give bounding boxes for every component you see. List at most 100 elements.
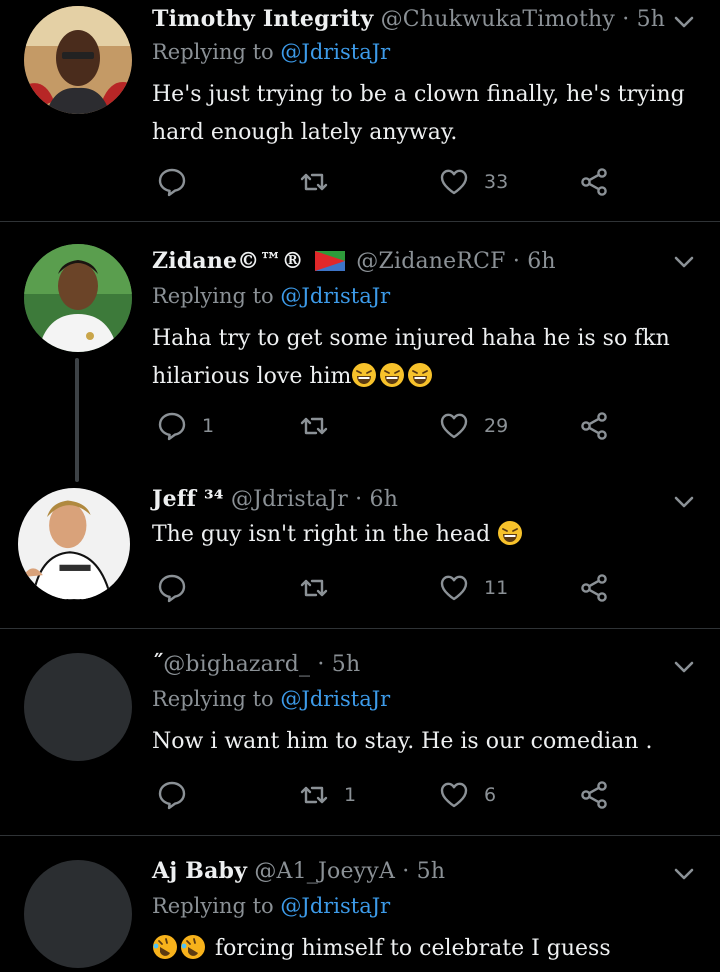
- tweet-bighazard[interactable]: ˝@bighazard_ · 5h Replying to @JdristaJr…: [0, 629, 720, 835]
- avatar[interactable]: [24, 244, 132, 352]
- replying-to-handle[interactable]: @JdristaJr: [280, 40, 390, 64]
- chevron-down-icon[interactable]: [672, 655, 696, 679]
- timestamp[interactable]: · 5h: [402, 859, 445, 884]
- like-count: 6: [484, 784, 497, 806]
- share-icon: [578, 779, 610, 811]
- user-handle[interactable]: @ChukwukaTimothy: [381, 7, 615, 32]
- retweet-count: 1: [344, 784, 357, 806]
- retweet-icon: [298, 410, 330, 442]
- laughing-emoji-icon: [379, 362, 405, 388]
- rofl-emoji-icon: [180, 934, 206, 960]
- reply-icon: [156, 779, 188, 811]
- avatar[interactable]: [24, 653, 132, 761]
- tweet-actions: 11: [152, 568, 622, 608]
- tweet-actions: 1 6: [152, 775, 622, 815]
- replying-to: Replying to @JdristaJr: [152, 40, 390, 64]
- tweet-ajbaby[interactable]: Aj Baby @A1_JoeyyA · 5h Replying to @Jdr…: [0, 836, 720, 972]
- avatar[interactable]: [18, 488, 130, 600]
- display-name[interactable]: Aj Baby: [152, 858, 247, 884]
- laughing-emoji-icon: [497, 520, 523, 546]
- tweet-text-content: The guy isn't right in the head: [152, 522, 491, 547]
- retweet-button[interactable]: [298, 406, 344, 446]
- reply-button[interactable]: 1: [156, 406, 214, 446]
- replying-to: Replying to @JdristaJr: [152, 687, 390, 711]
- avatar[interactable]: [24, 860, 132, 968]
- user-handle[interactable]: @JdristaJr: [231, 487, 348, 512]
- share-icon: [578, 572, 610, 604]
- tweet-actions: 33: [152, 162, 622, 202]
- eritrea-flag-icon: [315, 251, 346, 271]
- user-handle[interactable]: @bighazard_: [163, 652, 310, 677]
- tweet-text: Now i want him to stay. He is our comedi…: [152, 729, 653, 754]
- reply-icon: [156, 572, 188, 604]
- replying-to-label: Replying to: [152, 40, 274, 64]
- like-icon: [438, 166, 470, 198]
- tweet-text: The guy isn't right in the head: [152, 516, 702, 554]
- chevron-down-icon[interactable]: [672, 862, 696, 886]
- display-name[interactable]: Zidane©™®: [152, 248, 304, 274]
- share-button[interactable]: [578, 162, 610, 202]
- avatar[interactable]: [24, 6, 132, 114]
- like-icon: [438, 410, 470, 442]
- replying-to-handle[interactable]: @JdristaJr: [280, 284, 390, 308]
- share-icon: [578, 166, 610, 198]
- share-icon: [578, 410, 610, 442]
- tweet-timothy[interactable]: Timothy Integrity @ChukwukaTimothy · 5h …: [0, 0, 720, 221]
- like-count: 11: [484, 577, 509, 599]
- replying-to-handle[interactable]: @JdristaJr: [280, 894, 390, 918]
- like-icon: [438, 779, 470, 811]
- tweet-zidane[interactable]: Zidane©™® @ZidaneRCF · 6h Replying to @J…: [0, 222, 720, 482]
- share-button[interactable]: [578, 775, 610, 815]
- replying-to-label: Replying to: [152, 894, 274, 918]
- tweet-header: Timothy Integrity @ChukwukaTimothy · 5h: [152, 6, 665, 32]
- retweet-icon: [298, 166, 330, 198]
- tweet-header: Zidane©™® @ZidaneRCF · 6h: [152, 248, 660, 274]
- replying-to: Replying to @JdristaJr: [152, 894, 390, 918]
- tweet-header: Aj Baby @A1_JoeyyA · 5h: [152, 858, 660, 884]
- tweet-text: He's just trying to be a clown finally, …: [152, 82, 685, 145]
- retweet-button[interactable]: [298, 568, 344, 608]
- reply-button[interactable]: [156, 162, 202, 202]
- share-button[interactable]: [578, 406, 610, 446]
- chevron-down-icon[interactable]: [672, 10, 696, 34]
- reply-button[interactable]: [156, 775, 202, 815]
- like-count: 29: [484, 415, 509, 437]
- tweet-header: Jeff ³⁴ @JdristaJr · 6h: [152, 486, 660, 512]
- display-name[interactable]: ˝: [152, 651, 163, 677]
- laughing-emoji-icon: [351, 362, 377, 388]
- like-button[interactable]: 33: [438, 162, 508, 202]
- like-button[interactable]: 6: [438, 775, 496, 815]
- tweet-jeff[interactable]: Jeff ³⁴ @JdristaJr · 6h The guy isn't ri…: [0, 462, 720, 628]
- chevron-down-icon[interactable]: [672, 250, 696, 274]
- tweet-text-content: forcing himself to celebrate I guess: [215, 936, 611, 961]
- reply-button[interactable]: [156, 568, 202, 608]
- retweet-icon: [298, 572, 330, 604]
- user-handle[interactable]: @A1_JoeyyA: [254, 859, 395, 884]
- retweet-icon: [298, 779, 330, 811]
- replying-to-label: Replying to: [152, 687, 274, 711]
- like-count: 33: [484, 171, 509, 193]
- timestamp[interactable]: · 5h: [622, 7, 665, 32]
- tweet-header: ˝@bighazard_ · 5h: [152, 651, 660, 677]
- reply-icon: [156, 166, 188, 198]
- replying-to-label: Replying to: [152, 284, 274, 308]
- retweet-button[interactable]: [298, 162, 344, 202]
- reply-icon: [156, 410, 188, 442]
- display-name[interactable]: Timothy Integrity: [152, 6, 373, 32]
- user-handle[interactable]: @ZidaneRCF: [356, 249, 505, 274]
- tweet-text: Haha try to get some injured haha he is …: [152, 320, 702, 396]
- laughing-emoji-icon: [407, 362, 433, 388]
- share-button[interactable]: [578, 568, 610, 608]
- rofl-emoji-icon: [152, 934, 178, 960]
- chevron-down-icon[interactable]: [672, 490, 696, 514]
- like-button[interactable]: 11: [438, 568, 508, 608]
- reply-count: 1: [202, 415, 215, 437]
- timestamp[interactable]: · 6h: [513, 249, 556, 274]
- replying-to-handle[interactable]: @JdristaJr: [280, 687, 390, 711]
- like-button[interactable]: 29: [438, 406, 508, 446]
- timestamp[interactable]: · 5h: [317, 652, 360, 677]
- timestamp[interactable]: · 6h: [355, 487, 398, 512]
- display-name[interactable]: Jeff ³⁴: [152, 486, 224, 512]
- retweet-button[interactable]: 1: [298, 775, 356, 815]
- tweet-actions: 1 29: [152, 406, 622, 446]
